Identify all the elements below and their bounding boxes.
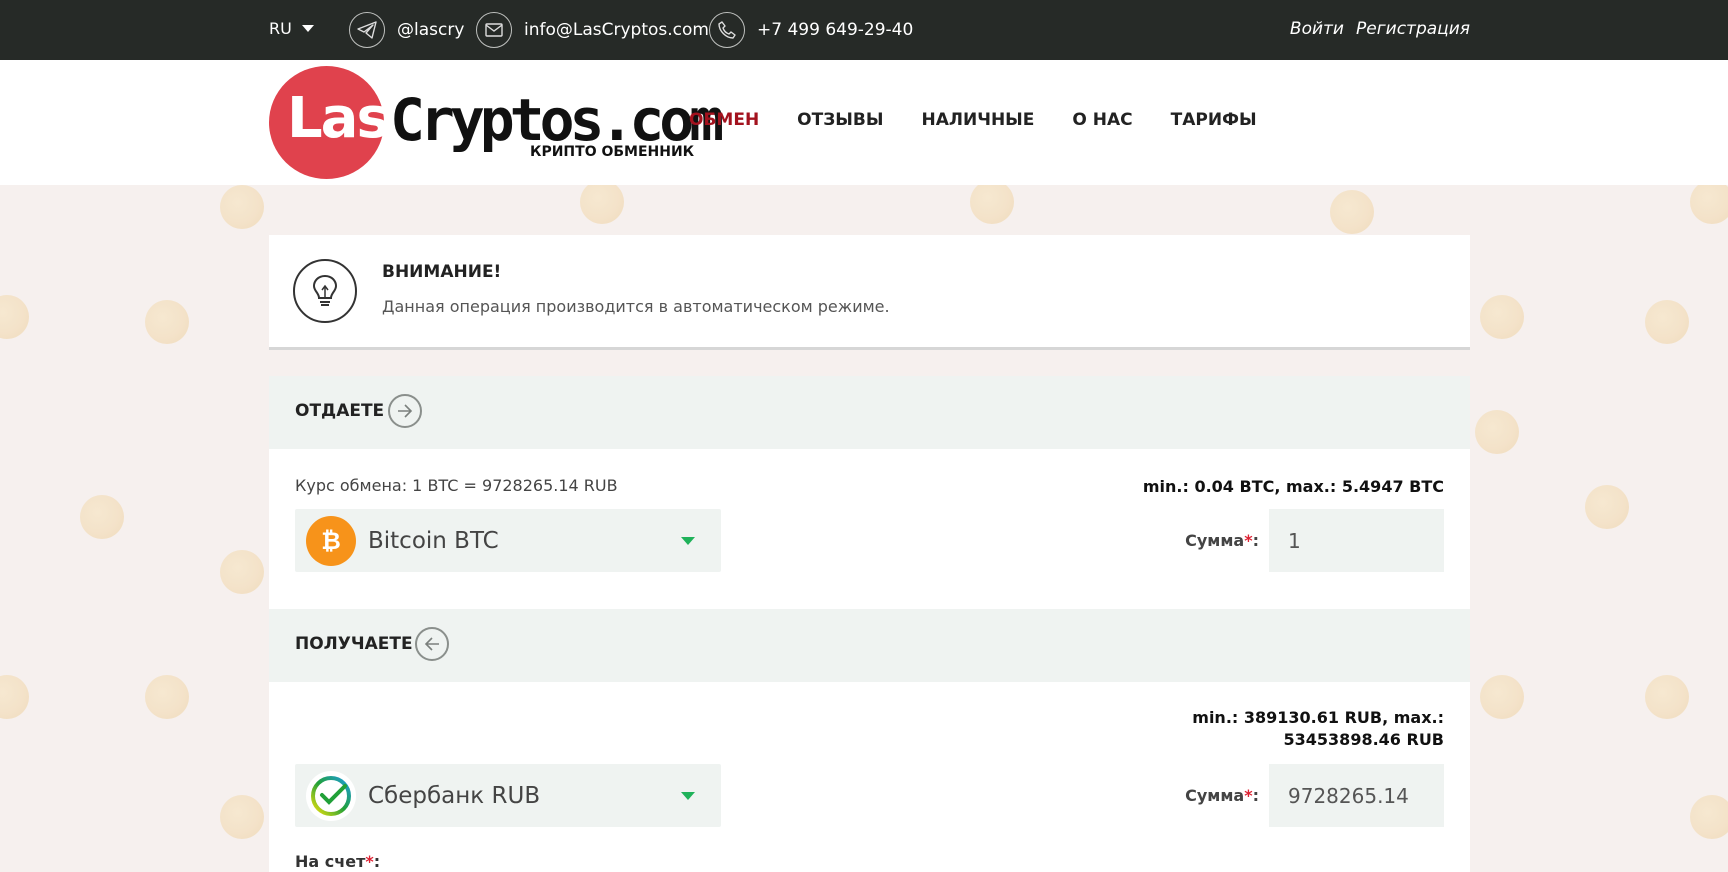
give-limits: min.: 0.04 BTC, max.: 5.4947 BTC xyxy=(1142,477,1444,496)
telegram-icon xyxy=(349,12,385,48)
get-title: ПОЛУЧАЕТЕ xyxy=(295,634,413,654)
top-bar: RU @lascry info@LasCryptos.com +7 499 64… xyxy=(0,0,1728,60)
language-label: RU xyxy=(269,19,292,38)
get-section-header: ПОЛУЧАЕТЕ xyxy=(269,609,1470,682)
nav-tariffs[interactable]: ТАРИФЫ xyxy=(1171,110,1257,130)
email-address: info@LasCryptos.com xyxy=(524,20,709,40)
arrow-left-icon xyxy=(415,627,449,661)
phone-number: +7 499 649-29-40 xyxy=(757,20,914,40)
language-selector[interactable]: RU xyxy=(269,19,314,38)
login-link[interactable]: Войти xyxy=(1290,19,1344,39)
give-section-header: ОТДАЕТЕ xyxy=(269,376,1470,449)
get-sum-input[interactable] xyxy=(1269,764,1444,827)
give-sum-label: Сумма*: xyxy=(1185,531,1259,550)
chevron-down-icon xyxy=(301,25,314,32)
account-label: На счет*: xyxy=(295,852,381,871)
nav-reviews[interactable]: ОТЗЫВЫ xyxy=(797,110,883,130)
site-header: Las Cryptos.com КРИПТО ОБМЕННИК ОБМЕН ОТ… xyxy=(0,60,1728,185)
sberbank-icon xyxy=(306,770,356,821)
lightbulb-icon xyxy=(293,259,357,323)
telegram-handle: @lascry xyxy=(397,20,465,40)
svg-text:₿: ₿ xyxy=(321,527,341,555)
get-currency-label: Сбербанк RUB xyxy=(368,782,541,809)
chevron-down-icon xyxy=(681,792,695,800)
auth-links: Войти Регистрация xyxy=(1290,19,1470,39)
attention-text: Данная операция производится в автоматич… xyxy=(382,297,890,316)
nav-about[interactable]: О НАС xyxy=(1072,110,1132,130)
bitcoin-icon: ₿ xyxy=(306,515,356,566)
give-sum-input[interactable] xyxy=(1269,509,1444,572)
give-currency-label: Bitcoin BTC xyxy=(368,527,499,554)
chevron-down-icon xyxy=(681,537,695,545)
get-section-body: min.: 389130.61 RUB, max.: 53453898.46 R… xyxy=(269,682,1470,872)
get-currency-select[interactable]: Сбербанк RUB xyxy=(295,764,721,827)
logo-las-text: Las xyxy=(287,86,390,151)
main-nav: ОБМЕН ОТЗЫВЫ НАЛИЧНЫЕ О НАС ТАРИФЫ xyxy=(689,110,1257,130)
nav-exchange[interactable]: ОБМЕН xyxy=(689,110,759,130)
give-currency-select[interactable]: ₿ Bitcoin BTC xyxy=(295,509,721,572)
register-link[interactable]: Регистрация xyxy=(1356,19,1470,39)
exchange-rate: Курс обмена: 1 BTC = 9728265.14 RUB xyxy=(295,476,618,495)
logo-subtitle: КРИПТО ОБМЕННИК xyxy=(530,144,695,160)
nav-cash[interactable]: НАЛИЧНЫЕ xyxy=(921,110,1034,130)
attention-title: ВНИМАНИЕ! xyxy=(382,262,502,282)
telegram-contact[interactable]: @lascry xyxy=(349,12,464,48)
give-title: ОТДАЕТЕ xyxy=(295,401,385,421)
get-limits-line1: min.: 389130.61 RUB, max.: xyxy=(1192,708,1444,727)
get-limits: min.: 389130.61 RUB, max.: 53453898.46 R… xyxy=(1192,707,1444,751)
envelope-icon xyxy=(476,12,512,48)
get-limits-line2: 53453898.46 RUB xyxy=(1283,730,1444,749)
arrow-right-icon xyxy=(388,394,422,428)
attention-notice: ВНИМАНИЕ! Данная операция производится в… xyxy=(269,235,1470,350)
give-section-body: Курс обмена: 1 BTC = 9728265.14 RUB min.… xyxy=(269,449,1470,609)
email-contact[interactable]: info@LasCryptos.com xyxy=(476,12,709,48)
get-sum-label: Сумма*: xyxy=(1185,786,1259,805)
phone-icon xyxy=(709,12,745,48)
phone-contact[interactable]: +7 499 649-29-40 xyxy=(709,12,913,48)
